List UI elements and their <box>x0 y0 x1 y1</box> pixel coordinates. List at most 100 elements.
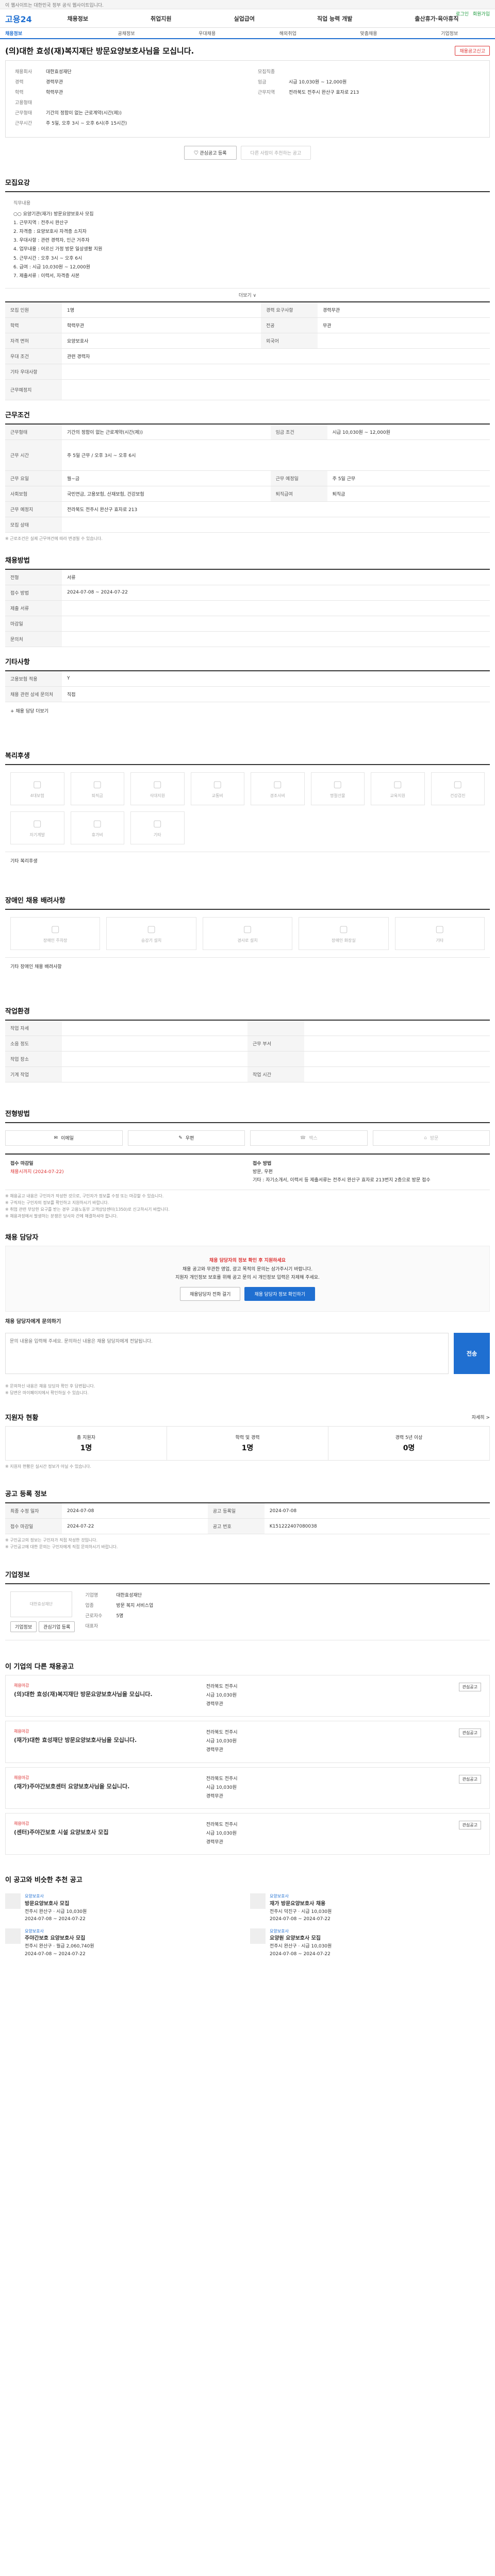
nav-item[interactable]: 직업 능력 개발 <box>317 14 352 23</box>
subnav-item[interactable]: 우대채용 <box>167 30 248 37</box>
subnav-item[interactable]: 해외취업 <box>248 30 328 37</box>
welfare-item: ▢ 교육지원 <box>371 772 425 805</box>
company-thumb <box>250 1893 266 1909</box>
section-title: 전형방법 <box>5 1110 30 1118</box>
signup-link[interactable]: 회원가입 <box>473 10 490 17</box>
similar-item[interactable]: 채용마감 (센터)주야간보호 시설 요양보호사 모집 전라북도 전주시 시급 10,… <box>5 1812 490 1855</box>
table-row: 고용보험 적용 Y <box>5 670 490 687</box>
summary-left: 채용회사 대한효성재단 경력 경력무관 학력 학력무관 고용형태 근무형태 기간의 정함… <box>15 68 237 130</box>
fax-icon: ☎ <box>300 1135 306 1141</box>
company-row: 업종 방문 복지 서비스업 <box>85 1603 154 1608</box>
similar-item[interactable]: 채용마감 (재가)주야간보호센터 요양보호사님을 모십니다. 전라북도 전주시 시급… <box>5 1767 490 1809</box>
star-button[interactable]: 관심공고 <box>458 1682 481 1691</box>
subnav-item[interactable]: 맞춤채용 <box>328 30 409 37</box>
proc-notes: ※ 채용공고 내용은 구인자가 작성한 것으로, 구인자가 정보를 수정 또는 … <box>5 1194 170 1218</box>
shield-icon: ▢ <box>32 778 42 790</box>
condition-note: ※ 근로조건은 실제 근무여건에 따라 변경될 수 있습니다. <box>5 536 103 541</box>
subnav-item[interactable]: 공채정보 <box>86 30 167 37</box>
rec-card[interactable]: 요양보호사 방문요양보호사 모집 전주시 완산구 · 시급 10,030원 2024-… <box>5 1893 245 1923</box>
duty-line: 4. 업무내용 : 어르신 가정 방문 일상생활 지원 <box>13 247 103 252</box>
company-thumb <box>5 1928 21 1944</box>
etc-more-link[interactable]: + 채용 담당 더보기 <box>5 702 490 719</box>
company-thumb <box>5 1893 21 1909</box>
summary-row: 근무형태 기간의 정함이 없는 근로계약(시간(제)) <box>15 111 122 116</box>
rec-card[interactable]: 요양보호사 주야간보호 요양보호사 모집 전주시 완산구 · 월급 2,060,74… <box>5 1928 245 1958</box>
applicant-detail-link[interactable]: 자세히 > <box>472 1414 490 1420</box>
section-title: 기타사항 <box>5 658 30 666</box>
company-logo: 대한효성재단 <box>10 1591 72 1617</box>
etc-icon: ▢ <box>153 818 162 829</box>
summary-row: 임금 시급 10,030원 ~ 12,000원 <box>258 80 347 85</box>
company-row: 기업명 대한효성재단 <box>85 1592 142 1598</box>
inquiry-input[interactable] <box>5 1332 449 1374</box>
welfare-note: 기타 복리후생 <box>10 858 38 864</box>
welfare-item: ▢ 퇴직금 <box>70 772 124 805</box>
welfare-item: ▢ 명절선물 <box>310 772 365 805</box>
star-button[interactable]: 관심공고 <box>458 1728 481 1738</box>
rec-card[interactable]: 요양보호사 재가 방문요양보호사 채용 전주시 덕진구 · 시급 10,030원 20… <box>250 1893 490 1923</box>
call-staff-button[interactable]: 채용담당자 전화 걸기 <box>179 1286 241 1301</box>
company-info-button[interactable]: 기업정보 <box>10 1621 37 1632</box>
parking-icon: ▢ <box>51 923 60 935</box>
table-row: 작업 장소 <box>5 1051 490 1067</box>
duty-line: 6. 급여 : 시급 10,030원 ~ 12,000원 <box>13 264 90 270</box>
company-details: 기업명 대한효성재단 업종 방문 복지 서비스업 근로자수 5명 대표자 <box>85 1591 485 1633</box>
star-button[interactable]: 관심공고 <box>458 1774 481 1784</box>
subnav-item[interactable]: 채용정보 <box>5 30 86 37</box>
star-button[interactable]: 관심공고 <box>458 1820 481 1829</box>
subnav-item[interactable]: 기업정보 <box>409 30 490 37</box>
duty-line: 1. 근무지역 : 전주시 완산구 <box>13 221 68 226</box>
present-icon: ▢ <box>333 778 342 790</box>
etc-table: 고용보험 적용 Y 채용 관련 상세 문의처 직접 <box>5 670 490 702</box>
inquiry-form: 전송 <box>5 1327 490 1380</box>
section-title: 장애인 채용 배려사항 <box>5 896 65 905</box>
share-button[interactable]: 다른 사람이 추천하는 공고 <box>240 146 311 160</box>
welfare-item: ▢ 교통비 <box>190 772 244 805</box>
stat-item: 학력 및 경력 1명 <box>167 1426 328 1460</box>
inquiry-title: 채용 담당자에게 문의하기 <box>5 1318 61 1325</box>
section-title: 작업환경 <box>5 1007 30 1015</box>
method-post: ✎ 우편 <box>127 1130 245 1146</box>
similar-item[interactable]: 채용마감 (재가)대한 효성재단 방문요양보호사님을 모십니다. 전라북도 전주시… <box>5 1721 490 1763</box>
page-title: (의)대한 효성(재)복지재단 방문요양보호사님을 모십니다. <box>5 46 194 56</box>
reg-notes: ※ 구인공고의 정보는 구인자가 직접 작성한 것입니다. ※ 구인공고에 대한… <box>5 1538 118 1550</box>
book-icon: ▢ <box>393 778 402 790</box>
table-row: 우대 조건 관련 경력자 <box>5 348 490 364</box>
heart-icon: ♡ <box>193 150 200 156</box>
reg-table: 최종 수정 일자 2024-07-08 공고 등록일 2024-07-08 접수 마감… <box>5 1502 490 1535</box>
section-title: 모집요강 <box>5 179 30 187</box>
rec-card[interactable]: 요양보호사 요양원 요양보호사 모집 전주시 완산구 · 시급 10,030원 202… <box>250 1928 490 1958</box>
table-row: 소음 정도 근무 부서 <box>5 1036 490 1052</box>
login-link[interactable]: 로그인 <box>456 10 469 17</box>
action-buttons: ♡ 관심공고 등록 다른 사람이 추천하는 공고 <box>5 138 490 168</box>
section-title: 채용방법 <box>5 556 30 565</box>
duty-line: 2. 자격증 : 요양보호사 자격증 소지자 <box>13 229 87 235</box>
nav-item[interactable]: 출산휴가·육아휴직 <box>415 14 458 23</box>
sub-nav: 채용정보 공채정보 우대채용 해외취업 맞춤채용 기업정보 <box>0 28 495 39</box>
company-fav-button[interactable]: 관심기업 등록 <box>39 1621 75 1632</box>
favorite-button[interactable]: ♡ 관심공고 등록 <box>184 146 237 160</box>
content: (의)대한 효성(재)복지재단 방문요양보호사님을 모십니다. 채용공고신고 채… <box>0 39 495 1989</box>
similar-item[interactable]: 채용마감 (의)대한 효성(재)복지재단 방문요양보호사님을 모십니다. 전라북도… <box>5 1674 490 1717</box>
check-staff-button[interactable]: 채용 담당자 정보 확인하기 <box>244 1286 316 1301</box>
table-row: 기계 작업 작업 시간 <box>5 1066 490 1082</box>
gift-icon: ▢ <box>273 778 282 790</box>
nav-item[interactable]: 실업급여 <box>234 14 254 23</box>
duty-line: ○○ 요양기관(재가) 방문요양보호사 모집 <box>13 212 94 217</box>
welfare-item: ▢ 휴가비 <box>70 811 124 844</box>
visit-icon: ⌂ <box>424 1135 427 1141</box>
welfare-item: ▢ 경조사비 <box>251 772 305 805</box>
welfare-item: ▢ 식대지원 <box>130 772 185 805</box>
proc-grid: 접수 마감일 채용시까지 (2024-07-22) 접수 방법 방문, 우편 기… <box>5 1153 490 1191</box>
table-row: 작업 자세 <box>5 1020 490 1036</box>
site-logo[interactable]: 고용24 <box>5 12 36 25</box>
send-button[interactable]: 전송 <box>454 1332 490 1374</box>
summary-right: 모집직종 임금 시급 10,030원 ~ 12,000원 근무지역 전라북도 전주시… <box>258 68 480 130</box>
more-button[interactable]: 더보기 ∨ <box>5 289 490 301</box>
disability-note: 기타 장애인 채용 배려사항 <box>10 964 62 970</box>
staff-warning: 채용 담당자의 정보 확인 후 지원하세요 채용 공고와 무관한 영업, 광고 … <box>5 1246 490 1312</box>
report-button[interactable]: 채용공고신고 <box>455 46 490 56</box>
company-thumb <box>250 1928 266 1944</box>
nav-item[interactable]: 채용정보 <box>68 14 88 23</box>
nav-item[interactable]: 취업지원 <box>151 14 171 23</box>
